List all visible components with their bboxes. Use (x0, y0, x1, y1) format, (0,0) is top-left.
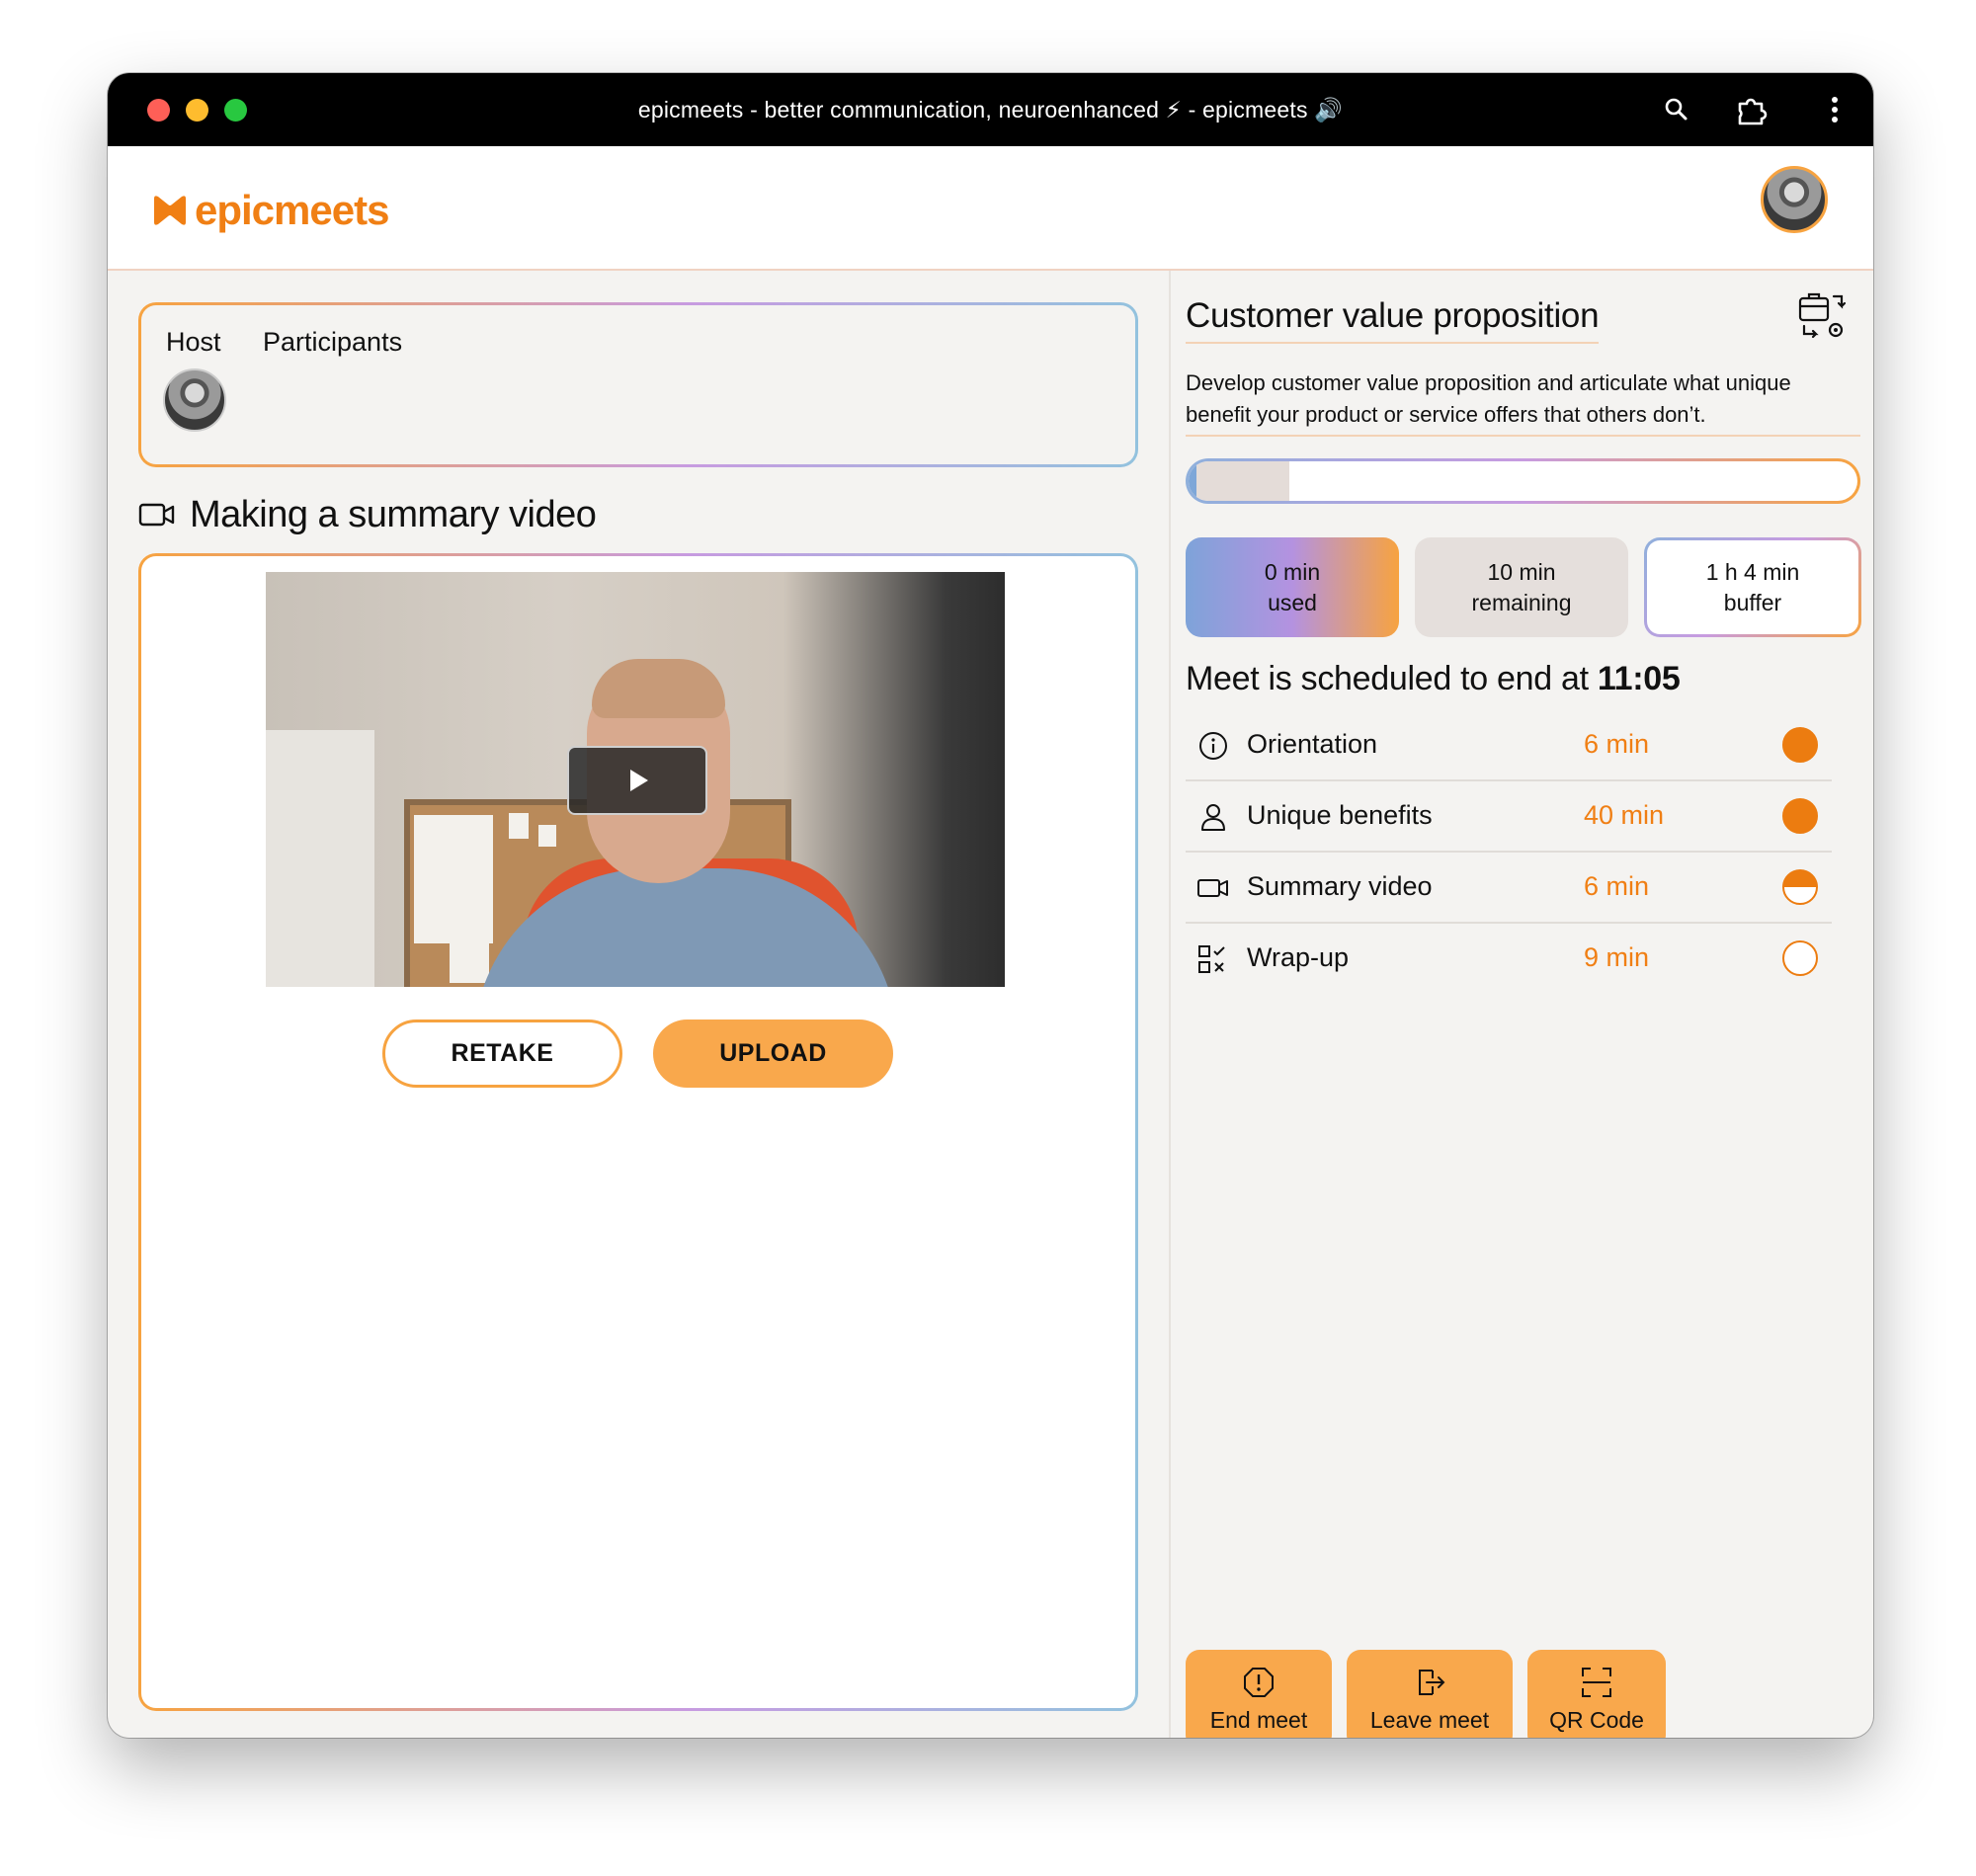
qr-code-label: QR Code (1549, 1706, 1644, 1733)
phase-description: Develop customer value proposition and a… (1186, 367, 1860, 437)
agenda-item-label: Unique benefits (1247, 800, 1433, 830)
agenda-list: Orientation 6 min Unique benefits 40 min… (1186, 710, 1832, 993)
flipchart-graphic (266, 730, 374, 987)
video-section-heading: Making a summary video (138, 490, 597, 539)
schedule-end-text: Meet is scheduled to end at 11:05 (1186, 660, 1681, 697)
user-avatar[interactable] (1761, 166, 1828, 233)
phase-progress-fill (1189, 461, 1289, 501)
epicmeets-logo[interactable]: epicmeets (151, 186, 389, 235)
time-used-label: used (1268, 589, 1317, 615)
status-in-progress-indicator (1782, 869, 1818, 905)
search-icon[interactable] (1659, 92, 1694, 127)
person-icon (1201, 804, 1225, 831)
browser-window: epicmeets - better communication, neuroe… (108, 73, 1873, 1738)
logo-wordmark: epicmeets (195, 187, 389, 233)
upload-button[interactable]: UPLOAD (653, 1020, 893, 1088)
host-avatar[interactable] (163, 368, 226, 432)
time-remaining-card: 10 min remaining (1415, 537, 1628, 637)
qr-scan-icon (1582, 1667, 1611, 1697)
time-used-card: 0 min used (1186, 537, 1399, 637)
title-bar: epicmeets - better communication, neuroe… (108, 73, 1873, 146)
time-buffer-card: 1 h 4 min buffer (1644, 537, 1861, 637)
end-meet-label: End meet (1209, 1706, 1308, 1733)
participants-panel: Host Participants (138, 302, 1138, 467)
end-meet-button[interactable]: End meet (1186, 1650, 1332, 1738)
tab-host[interactable]: Host (166, 327, 221, 358)
agenda-item-unique-benefits[interactable]: Unique benefits 40 min (1186, 781, 1832, 853)
warning-octagon-icon (1244, 1667, 1274, 1697)
leave-meet-label: Leave meet (1369, 1706, 1490, 1733)
time-buffer-label: buffer (1723, 589, 1782, 615)
agenda-item-label: Orientation (1247, 729, 1378, 759)
logo-mark-icon (154, 196, 186, 225)
window-title: epicmeets - better communication, neuroe… (637, 97, 1344, 122)
exit-icon (1419, 1669, 1445, 1695)
play-button[interactable] (567, 746, 707, 815)
video-section-title: Making a summary video (190, 493, 597, 535)
app-header: epicmeets (108, 146, 1873, 271)
status-not-started-indicator (1782, 940, 1818, 976)
agenda-item-label: Wrap-up (1247, 942, 1350, 972)
tab-participants[interactable]: Participants (263, 327, 402, 358)
agenda-item-duration: 40 min (1584, 800, 1665, 830)
video-panel: RETAKE UPLOAD (138, 553, 1138, 1711)
info-icon (1199, 732, 1227, 760)
video-camera-icon (1197, 879, 1228, 897)
video-preview[interactable] (266, 572, 1005, 987)
schedule-end-time: 11:05 (1597, 660, 1681, 697)
time-used-value: 0 min (1264, 558, 1321, 585)
agenda-item-duration: 9 min (1584, 942, 1650, 972)
status-complete-indicator (1782, 798, 1818, 834)
agenda-item-summary-video[interactable]: Summary video 6 min (1186, 853, 1832, 924)
time-remaining-value: 10 min (1487, 558, 1556, 585)
status-complete-indicator (1782, 727, 1818, 763)
agenda-sidebar: Customer value proposition Develop custo… (1169, 271, 1873, 1738)
time-remaining-label: remaining (1471, 589, 1572, 615)
time-buffer-value: 1 h 4 min (1705, 558, 1800, 585)
extensions-icon[interactable] (1734, 92, 1770, 127)
agenda-item-duration: 6 min (1584, 871, 1650, 901)
agenda-item-label: Summary video (1247, 871, 1433, 901)
main-panel: Host Participants Making a summary video (108, 271, 1167, 1738)
qr-code-button[interactable]: QR Code (1527, 1650, 1666, 1738)
retake-button[interactable]: RETAKE (382, 1020, 622, 1088)
leave-meet-button[interactable]: Leave meet (1347, 1650, 1513, 1738)
phase-settings-icon[interactable] (1796, 286, 1852, 342)
video-camera-icon (138, 503, 175, 527)
agenda-item-wrap-up[interactable]: Wrap-up 9 min (1186, 924, 1832, 993)
play-icon (630, 770, 648, 791)
agenda-item-duration: 6 min (1584, 729, 1650, 759)
agenda-item-orientation[interactable]: Orientation 6 min (1186, 710, 1832, 781)
phase-title: Customer value proposition (1186, 296, 1600, 344)
more-menu-icon[interactable] (1817, 92, 1852, 127)
phase-progress-bar (1186, 458, 1860, 504)
checklist-icon (1198, 945, 1225, 973)
